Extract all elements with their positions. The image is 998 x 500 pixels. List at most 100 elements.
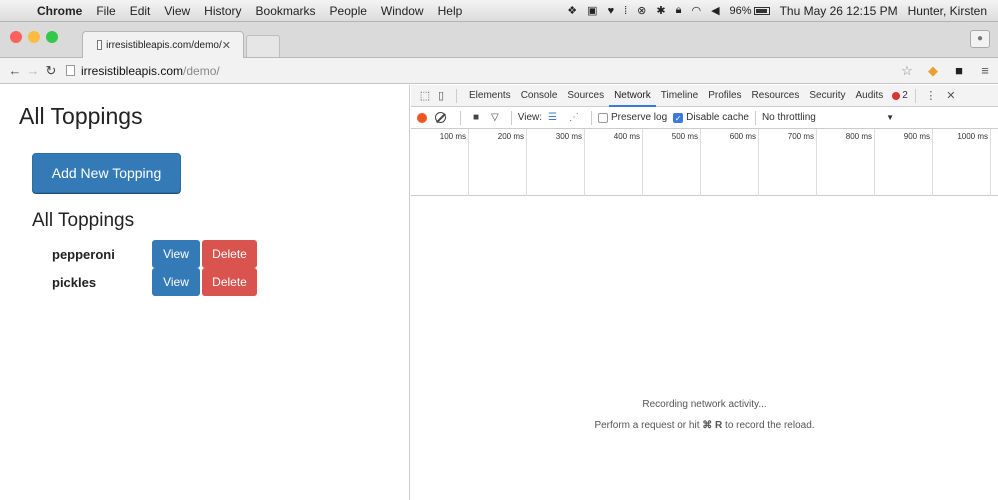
battery-icon — [753, 6, 770, 15]
delete-button[interactable]: Delete — [202, 240, 257, 268]
volume-icon[interactable]: ◀ — [706, 4, 724, 17]
device-mode-icon[interactable]: ▯ — [433, 89, 449, 102]
menu-people[interactable]: People — [323, 4, 374, 18]
clear-icon[interactable] — [435, 112, 446, 123]
tab-security[interactable]: Security — [804, 85, 850, 107]
dropbox-icon[interactable]: ❖ — [562, 4, 582, 17]
view-label: View: — [517, 112, 543, 123]
tab-resources[interactable]: Resources — [747, 85, 805, 107]
bookmark-star-icon[interactable]: ☆ — [899, 63, 915, 79]
list-item: pepperoni View Delete — [52, 240, 257, 268]
network-overview: 100 ms 200 ms 300 ms 400 ms 500 ms 600 m… — [411, 129, 998, 196]
new-tab-button[interactable] — [246, 35, 280, 57]
chrome-menu-icon[interactable]: ≡ — [977, 63, 993, 79]
capture-screenshots-icon[interactable]: ■ — [473, 112, 479, 123]
preserve-log-label[interactable]: Preserve log — [611, 112, 667, 123]
heart-icon[interactable]: ♥ — [603, 5, 620, 17]
filter-icon[interactable]: ▽ — [491, 112, 499, 123]
tick-label: 900 ms — [875, 129, 933, 196]
divider — [510, 110, 512, 125]
chevron-down-icon[interactable]: ▼ — [886, 113, 894, 122]
preserve-log-checkbox[interactable] — [598, 112, 608, 123]
shortcut-key: ⌘ R — [702, 420, 723, 431]
page-info-icon[interactable] — [66, 65, 75, 76]
overview-icon[interactable]: ⋰ — [569, 112, 579, 123]
bluetooth-icon[interactable]: ✱ — [651, 4, 670, 17]
record-icon[interactable] — [417, 112, 427, 123]
devtools-tabbar: ⬚ ▯ Elements Console Sources Network Tim… — [411, 85, 998, 107]
close-devtools-icon[interactable]: ✕ — [943, 89, 959, 102]
reload-icon[interactable]: ↻ — [42, 63, 60, 79]
menu-history[interactable]: History — [197, 4, 248, 18]
address-bar[interactable]: irresistibleapis.com/demo/ — [66, 64, 894, 78]
hint-text-end: to record the reload. — [722, 420, 815, 431]
tick-label: 500 ms — [643, 129, 701, 196]
tab-profiles[interactable]: Profiles — [703, 85, 746, 107]
activity-icon[interactable]: ⁞ — [619, 5, 632, 17]
error-badge[interactable]: 2 — [892, 90, 908, 101]
menu-edit[interactable]: Edit — [123, 4, 158, 18]
muted-icon[interactable]: ⊗ — [632, 4, 651, 17]
hint-text: Perform a request or hit — [594, 420, 703, 431]
user-name[interactable]: Hunter, Kirsten — [903, 4, 992, 18]
devtools-panel: ⬚ ▯ Elements Console Sources Network Tim… — [411, 85, 998, 500]
divider — [591, 110, 592, 125]
tick-label: 300 ms — [527, 129, 585, 196]
view-button[interactable]: View — [152, 268, 200, 296]
list-item: pickles View Delete — [52, 268, 257, 296]
delete-button[interactable]: Delete — [202, 268, 257, 296]
extension-icon[interactable]: ◆ — [925, 63, 941, 79]
clock[interactable]: Thu May 26 12:15 PM — [775, 4, 903, 18]
menu-window[interactable]: Window — [374, 4, 431, 18]
tab-audits[interactable]: Audits — [850, 85, 888, 107]
tab-timeline[interactable]: Timeline — [656, 85, 703, 107]
tab-strip: irresistibleapis.com/demo/ ✕ ● — [0, 22, 998, 58]
close-window-button[interactable] — [10, 31, 22, 43]
profile-icon[interactable]: ● — [970, 30, 990, 48]
minimize-window-button[interactable] — [28, 31, 40, 43]
tab-title: irresistibleapis.com/demo/ — [106, 39, 222, 51]
divider — [914, 88, 916, 103]
zoom-window-button[interactable] — [46, 31, 58, 43]
menu-app-name[interactable]: Chrome — [30, 4, 89, 18]
section-title: All Toppings — [32, 210, 135, 231]
menu-bookmarks[interactable]: Bookmarks — [249, 4, 323, 18]
menu-file[interactable]: File — [89, 4, 122, 18]
tick-label: 1000 ms — [933, 129, 991, 196]
lock-icon[interactable]: 🔒︎ — [671, 4, 687, 17]
tick-label: 700 ms — [759, 129, 817, 196]
extension-dark-icon[interactable]: ■ — [951, 63, 967, 79]
throttling-select[interactable]: No throttling — [762, 112, 816, 123]
forward-icon[interactable]: → — [24, 63, 42, 78]
network-toolbar: ■ ▽ View: ☰ ⋰ Preserve log ✓ Disable cac… — [411, 107, 998, 129]
close-tab-icon[interactable]: ✕ — [222, 39, 231, 52]
tick-label: 200 ms — [469, 129, 527, 196]
page-content: All Toppings Add New Topping All Topping… — [0, 85, 410, 500]
back-icon[interactable]: ← — [6, 63, 24, 78]
disable-cache-checkbox[interactable]: ✓ — [673, 112, 684, 123]
divider — [456, 88, 457, 103]
disable-cache-label[interactable]: Disable cache — [686, 112, 749, 123]
divider — [460, 110, 461, 125]
more-options-icon[interactable]: ⋮ — [923, 89, 939, 102]
menu-help[interactable]: Help — [431, 4, 470, 18]
tick-label: 400 ms — [585, 129, 643, 196]
tick-label: 800 ms — [817, 129, 875, 196]
tab-elements[interactable]: Elements — [464, 85, 516, 107]
menu-bar-status: ❖ ▣ ♥ ⁞ ⊗ ✱ 🔒︎ ◠ ◀ 96% Thu May 26 12:15 … — [562, 4, 998, 18]
browser-tab[interactable]: irresistibleapis.com/demo/ ✕ — [82, 31, 244, 58]
empty-state-hint: Perform a request or hit ⌘ R to record t… — [411, 420, 998, 431]
tab-sources[interactable]: Sources — [562, 85, 609, 107]
tab-console[interactable]: Console — [516, 85, 563, 107]
view-button[interactable]: View — [152, 240, 200, 268]
inspect-element-icon[interactable]: ⬚ — [417, 89, 433, 102]
tab-network[interactable]: Network — [609, 85, 656, 107]
mac-menu-bar: Chrome File Edit View History Bookmarks … — [0, 0, 998, 22]
screen-icon[interactable]: ▣ — [582, 4, 602, 17]
add-new-topping-button[interactable]: Add New Topping — [32, 153, 181, 193]
menu-view[interactable]: View — [157, 4, 197, 18]
large-rows-icon[interactable]: ☰ — [548, 112, 557, 123]
battery-percent[interactable]: 96% — [725, 5, 775, 17]
wifi-icon[interactable]: ◠ — [686, 4, 706, 17]
url-path: /demo/ — [183, 63, 220, 78]
